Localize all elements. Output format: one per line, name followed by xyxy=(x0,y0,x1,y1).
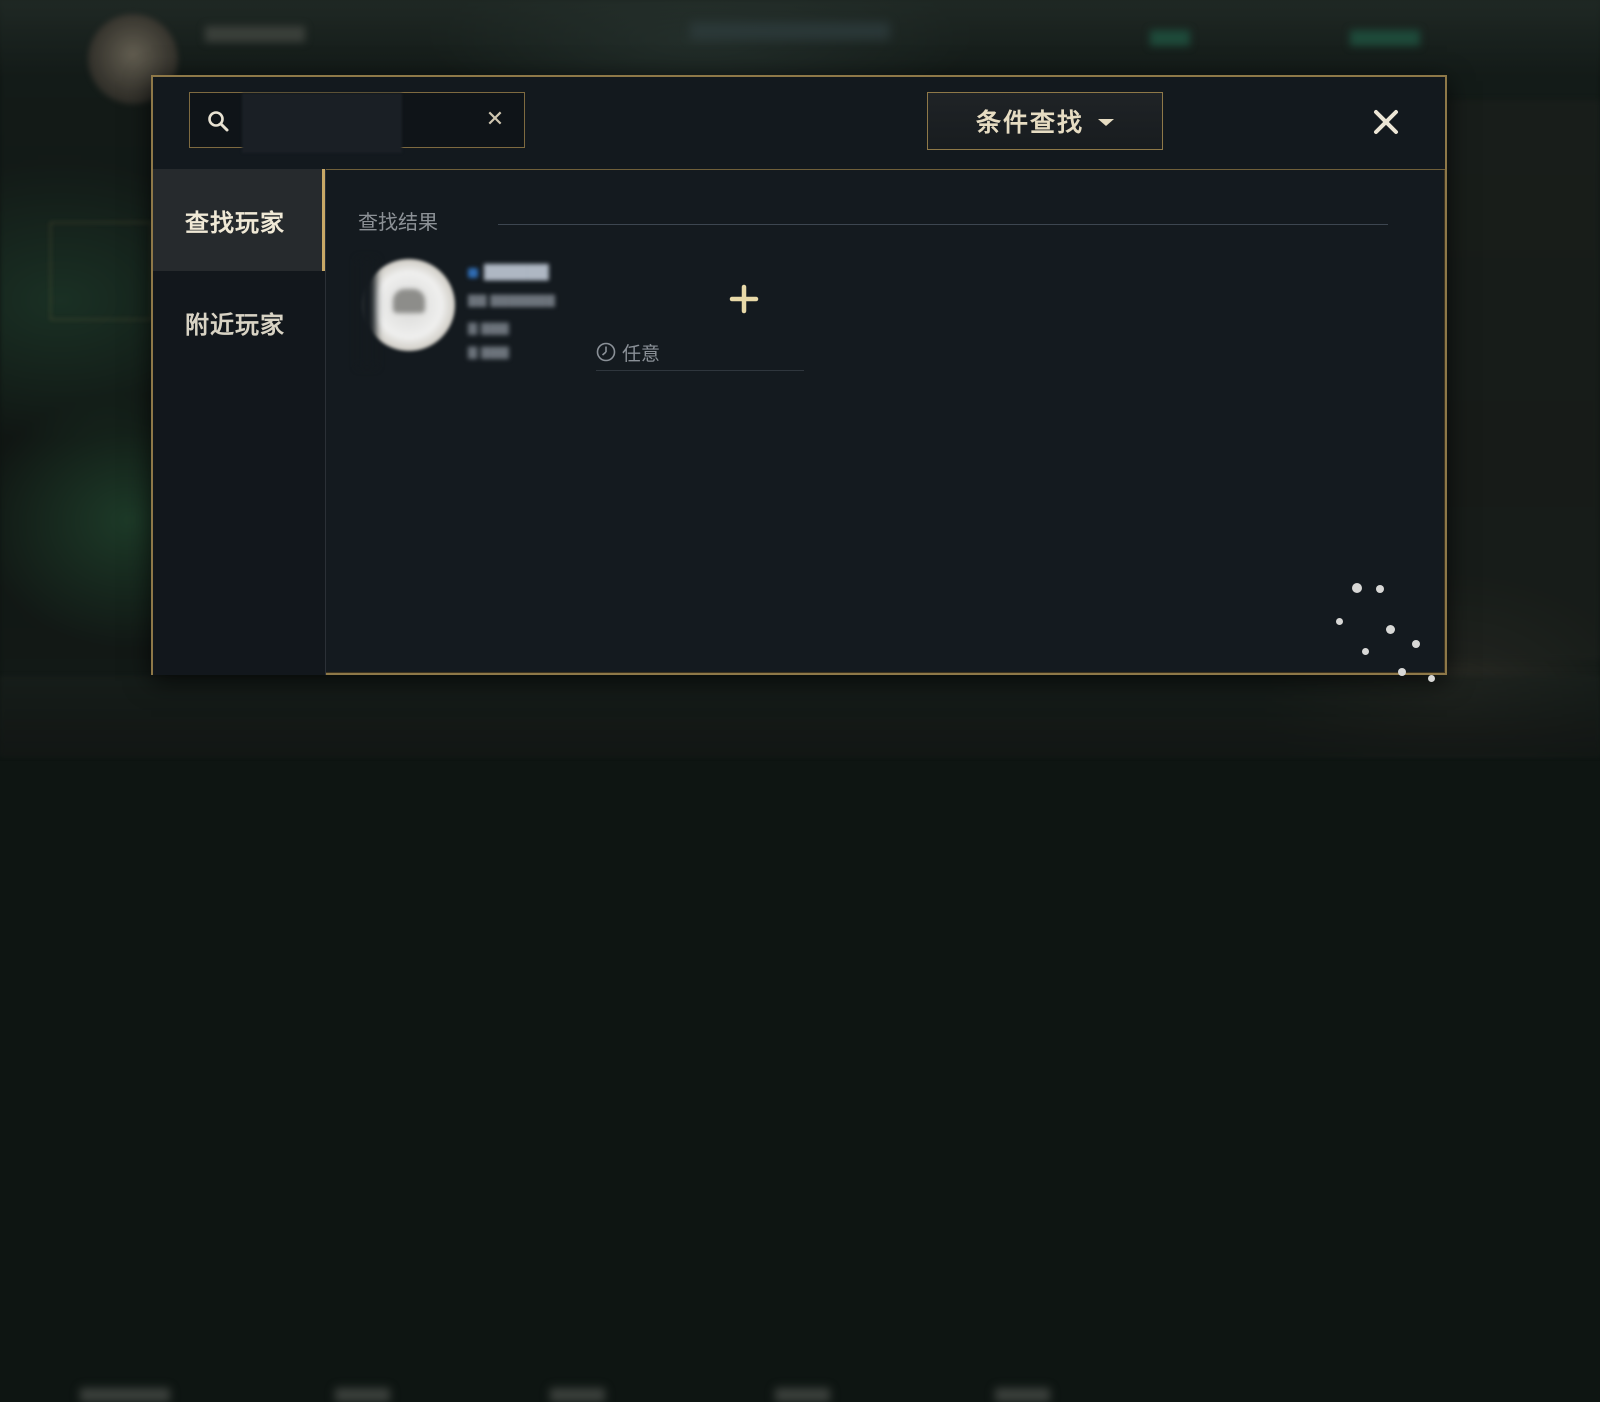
sidebar-item-nearby-players[interactable]: 附近玩家 xyxy=(153,271,325,373)
avatar-mask xyxy=(358,259,376,367)
filter-search-button[interactable]: 条件查找 xyxy=(927,92,1163,150)
background-profile-name xyxy=(205,26,305,42)
results-title: 查找结果 xyxy=(358,206,438,235)
player-stat: ▇ ▇▇▇ xyxy=(468,345,509,359)
player-stat: ▇ ▇▇▇ xyxy=(468,321,509,335)
search-input[interactable] xyxy=(242,93,402,153)
caret-down-icon xyxy=(1098,119,1114,126)
search-box[interactable]: ✕ xyxy=(189,92,525,148)
background-top-element xyxy=(690,22,890,40)
filter-search-label: 条件查找 xyxy=(976,103,1084,139)
close-icon[interactable] xyxy=(1369,105,1403,139)
results-panel: 查找结果 ██████ ▇▇ ▇▇▇▇▇▇▇ ▇ ▇▇▇ ▇ ▇▇▇ 任意 xyxy=(326,169,1445,673)
close-icon[interactable]: ✕ xyxy=(482,107,508,133)
player-name: ██████ xyxy=(468,265,549,285)
online-time-label: 任意 xyxy=(622,339,660,366)
find-player-dialog: ✕ 条件查找 查找玩家 附近玩家 查找结果 ██████ ▇▇ ▇▇▇▇▇▇▇ … xyxy=(151,75,1447,675)
background-friends-panel xyxy=(1430,100,1600,660)
player-id: ▇▇ ▇▇▇▇▇▇▇ xyxy=(468,293,555,307)
sidebar-item-find-player[interactable]: 查找玩家 xyxy=(153,169,325,271)
background-bottom-nav xyxy=(0,676,1600,756)
dialog-sidebar: 查找玩家 附近玩家 xyxy=(153,169,326,675)
divider xyxy=(498,224,1388,225)
background-currency xyxy=(1350,30,1420,46)
sidebar-item-label: 附近玩家 xyxy=(185,305,285,340)
avatar-emblem xyxy=(393,289,425,313)
dialog-header: ✕ 条件查找 xyxy=(153,77,1445,170)
plus-icon[interactable] xyxy=(729,284,759,314)
background-currency xyxy=(1150,30,1190,46)
background-card xyxy=(50,222,152,320)
search-icon xyxy=(206,109,230,133)
clock-icon xyxy=(596,342,616,362)
sidebar-item-label: 查找玩家 xyxy=(185,203,285,238)
online-time-filter[interactable]: 任意 xyxy=(596,334,804,371)
